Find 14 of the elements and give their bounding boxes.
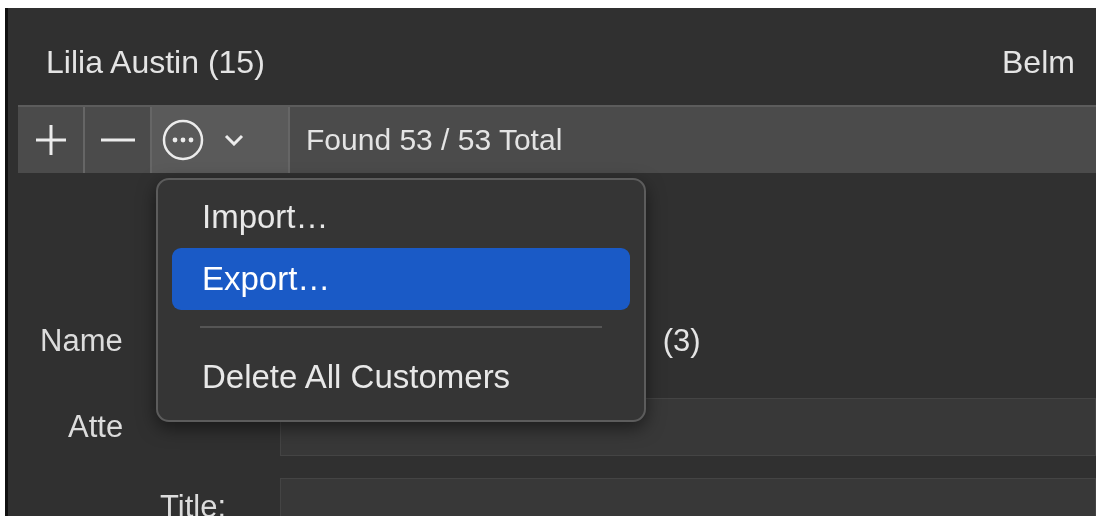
menu-item[interactable]: Import…: [172, 186, 630, 248]
plus-icon: [33, 123, 68, 157]
name-label: Name: [40, 323, 123, 359]
ellipsis-circle-icon: [162, 119, 204, 161]
menu-item[interactable]: Delete All Customers: [172, 346, 630, 408]
found-count: Found 53 / 53 Total: [305, 123, 563, 157]
more-options-button[interactable]: [152, 107, 290, 173]
minus-icon: [100, 138, 135, 142]
name-count: (3): [662, 323, 701, 359]
customer-detail: Belm: [1002, 43, 1076, 81]
chevron-down-icon: [224, 134, 244, 146]
menu-item[interactable]: Export…: [172, 248, 630, 310]
attention-label: Atte: [68, 409, 125, 445]
customer-name: Lilia Austin (15): [46, 43, 265, 81]
